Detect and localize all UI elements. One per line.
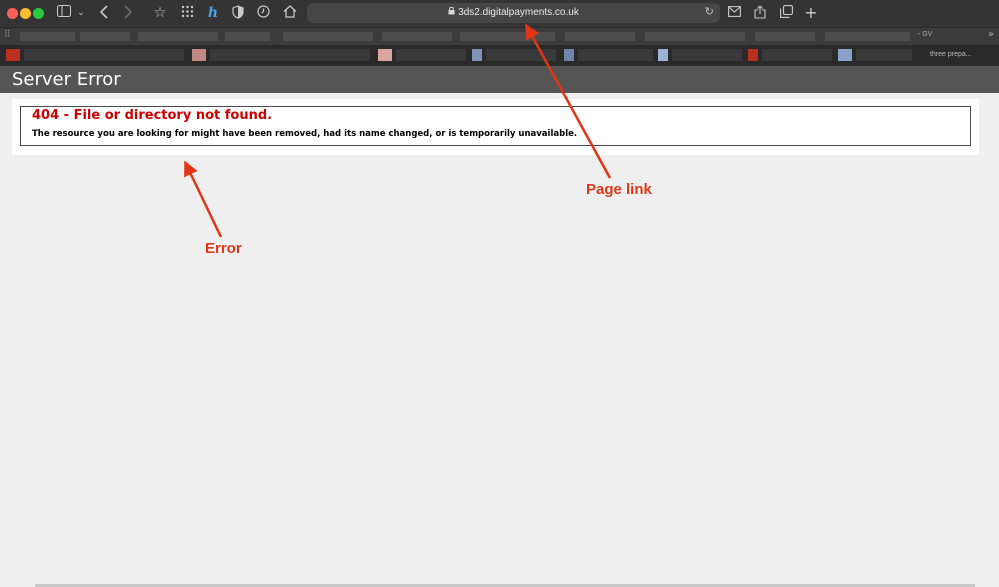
tab-bar: three prepa... [0,45,999,66]
favorite-item[interactable] [225,32,270,41]
address-bar[interactable]: 3ds2.digitalpayments.co.uk ↻ [307,3,720,23]
tab-item[interactable] [762,49,832,61]
shield-icon[interactable] [230,5,246,21]
chevron-right-icon[interactable] [122,5,134,21]
error-message: The resource you are looking for might h… [32,129,578,139]
home-icon[interactable] [282,5,298,21]
favorite-item[interactable] [283,32,373,41]
minimize-window-icon[interactable] [20,8,31,19]
favorite-item[interactable] [565,32,635,41]
tab-item[interactable] [672,49,742,61]
close-window-icon[interactable] [7,8,18,19]
new-tab-plus-icon[interactable]: + [803,5,819,21]
tab-item[interactable] [856,49,912,61]
favorite-item[interactable] [460,32,555,41]
browser-toolbar: ⌄ ☆ h 3ds2.digitalpayments.co.uk ↻ + [0,0,999,27]
tab-item[interactable] [658,49,668,61]
tabs-overview-icon[interactable] [778,5,794,21]
tab-item[interactable] [210,49,370,61]
error-heading: 404 - File or directory not found. [32,108,273,123]
favorite-item[interactable] [80,32,130,41]
tab-item[interactable] [564,49,574,61]
favorite-item[interactable] [645,32,745,41]
favorite-item[interactable] [138,32,218,41]
reload-icon[interactable]: ↻ [705,5,714,18]
share-icon[interactable] [752,5,768,21]
error-arrow [183,160,223,238]
page-link-annotation: Page link [586,181,652,198]
tab-item[interactable] [192,49,206,61]
tab-item[interactable] [6,49,20,61]
favorite-item[interactable] [20,32,75,41]
favorite-item[interactable] [825,32,910,41]
tab-item[interactable] [838,49,852,61]
extension-h-icon[interactable]: h [205,5,221,21]
favorite-item[interactable] [382,32,452,41]
content-panel: 404 - File or directory not found. The r… [12,99,979,155]
chevron-left-icon[interactable] [98,5,110,21]
page-header: Server Error [0,66,999,93]
lock-icon [448,3,455,23]
mail-icon[interactable] [726,5,742,21]
favorites-grid-icon[interactable]: ⠿ [4,30,11,40]
grid-apps-icon[interactable] [179,5,195,21]
tab-item[interactable] [396,49,466,61]
sidebar-icon[interactable] [56,5,72,21]
tab-item[interactable] [472,49,482,61]
history-clock-icon[interactable] [255,5,271,21]
favorite-item[interactable] [755,32,815,41]
error-box: 404 - File or directory not found. The r… [20,106,971,146]
tab-item[interactable] [378,49,392,61]
tab-three-prepaid[interactable]: three prepa... [930,51,972,58]
favorites-right-label[interactable]: - GV [918,31,932,38]
chevron-down-icon[interactable]: ⌄ [76,5,86,21]
tab-item[interactable] [578,49,653,61]
tab-item[interactable] [486,49,556,61]
zoom-window-icon[interactable] [33,8,44,19]
tab-item[interactable] [748,49,758,61]
double-chevron-right-icon[interactable]: » [988,29,994,40]
url-text: 3ds2.digitalpayments.co.uk [458,7,579,18]
favorites-bar: ⠿ - GV » [0,27,999,45]
tab-item[interactable] [24,49,184,61]
star-bookmark-icon[interactable]: ☆ [152,5,168,21]
error-annotation: Error [205,240,242,257]
page-title: Server Error [12,69,121,90]
